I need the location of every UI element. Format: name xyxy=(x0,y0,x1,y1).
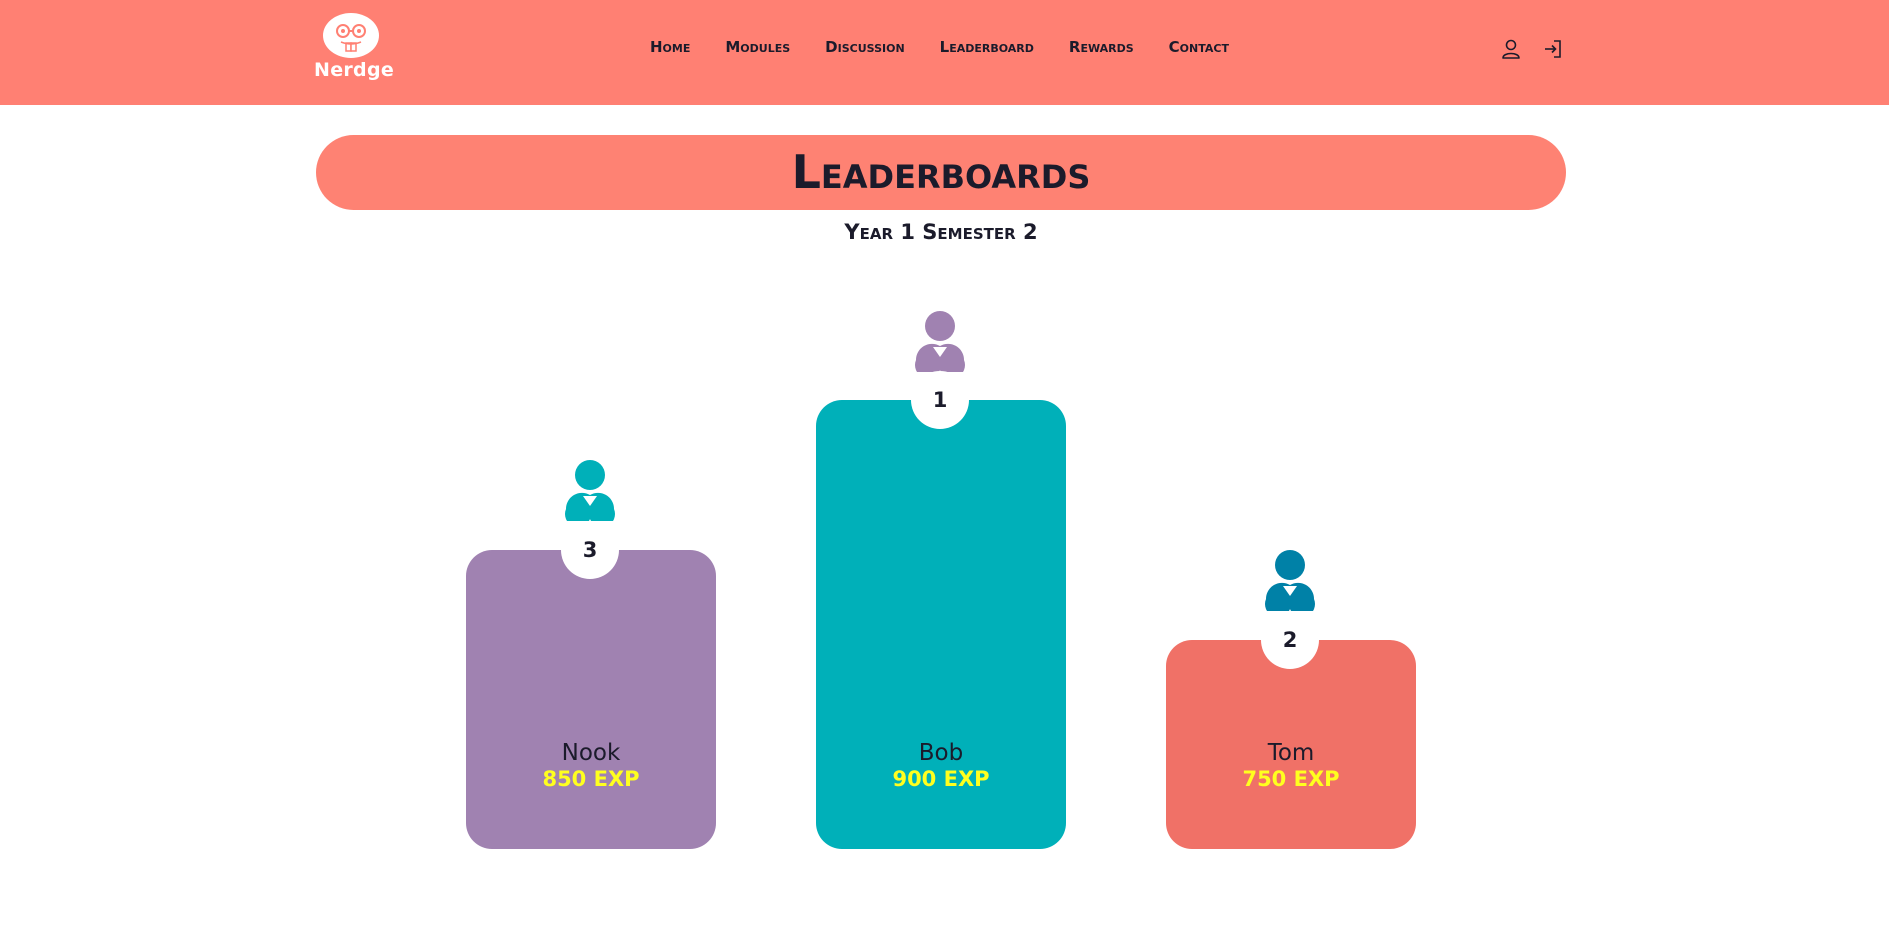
player-name: Bob xyxy=(918,740,964,766)
nav-icons xyxy=(1500,38,1564,60)
nav-contact[interactable]: Contact xyxy=(1169,38,1229,56)
podium-block-third xyxy=(466,550,716,849)
semester-subtitle: Year 1 Semester 2 xyxy=(844,220,1038,244)
avatar-icon xyxy=(1265,550,1315,611)
nav-rewards[interactable]: Rewards xyxy=(1069,38,1134,56)
player-exp: 850 EXP xyxy=(542,767,640,791)
rank-badge: 3 xyxy=(561,521,619,579)
avatar-icon xyxy=(565,460,615,521)
rank-badge: 2 xyxy=(1261,611,1319,669)
player-name: Nook xyxy=(561,740,621,766)
player-name: Tom xyxy=(1267,740,1315,766)
login-icon[interactable] xyxy=(1542,38,1564,60)
player-exp: 900 EXP xyxy=(892,767,990,791)
nav-leaderboard[interactable]: Leaderboard xyxy=(940,38,1034,56)
nav-modules[interactable]: Modules xyxy=(725,38,790,56)
avatar-icon xyxy=(915,311,965,372)
brand-logo[interactable]: Nerdge xyxy=(314,13,395,81)
player-exp: 750 EXP xyxy=(1242,767,1340,791)
nav-discussion[interactable]: Discussion xyxy=(825,38,904,56)
brand-name: Nerdge xyxy=(314,59,395,81)
nerd-face-icon xyxy=(323,13,379,58)
page-title-banner: Leaderboards xyxy=(316,135,1566,210)
main-nav: Home Modules Discussion Leaderboard Rewa… xyxy=(650,38,1229,56)
nav-home[interactable]: Home xyxy=(650,38,690,56)
rank-badge: 1 xyxy=(911,371,969,429)
page-title: Leaderboards xyxy=(791,145,1091,199)
navbar: Nerdge Home Modules Discussion Leaderboa… xyxy=(0,0,1889,105)
user-icon[interactable] xyxy=(1500,38,1522,60)
